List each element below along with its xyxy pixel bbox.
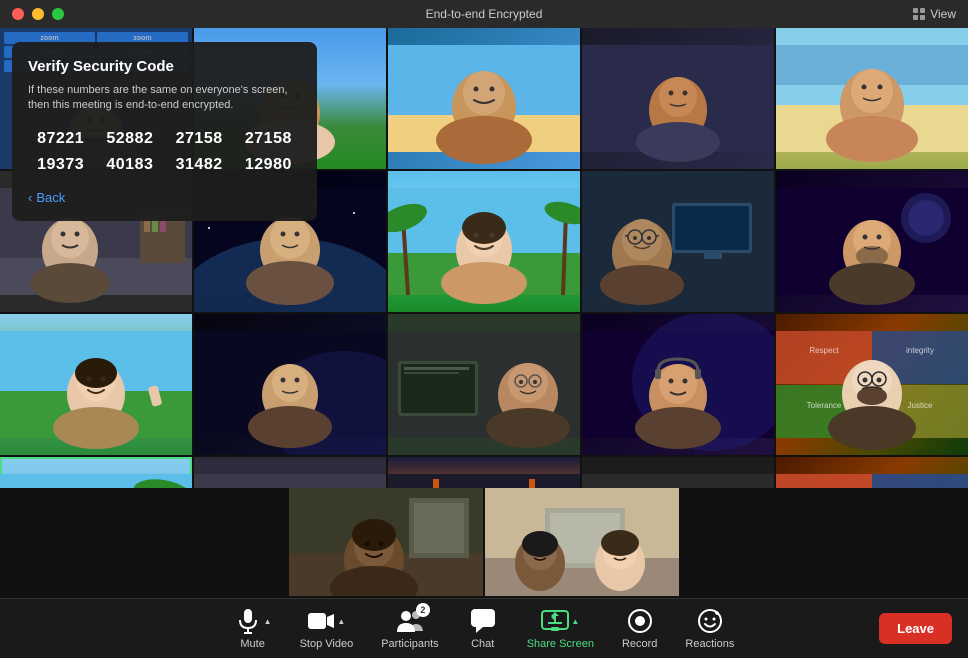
video-icon [307,607,335,635]
participants-button[interactable]: 2 Participants [367,607,452,650]
code-3: 27158 [167,130,232,148]
video-cell-3 [388,28,580,169]
record-label: Record [622,638,657,650]
code-6: 40183 [97,156,162,174]
code-8: 12980 [236,156,301,174]
video-cell-15: Respect integrity Tolerance Justice [776,314,968,455]
view-label: View [930,7,956,21]
video-label: Stop Video [300,638,354,650]
video-button[interactable]: ▲ Stop Video [286,607,368,650]
svg-text:Tolerance: Tolerance [807,401,842,410]
view-button[interactable]: View [912,7,956,21]
share-screen-button[interactable]: ▲ Share Screen [513,607,608,650]
participants-label: Participants [381,638,438,650]
toolbar: ▲ Mute ▲ Stop Video 2 Parti [0,598,968,658]
chat-icon [469,607,497,635]
security-title: Verify Security Code [28,58,301,75]
maximize-button[interactable] [52,8,64,20]
code-7: 31482 [167,156,232,174]
security-overlay: Verify Security Code If these numbers ar… [12,42,317,221]
mute-button[interactable]: ▲ Mute [220,607,286,650]
window-controls[interactable] [12,8,64,20]
video-cell-10 [776,171,968,312]
reactions-label: Reactions [685,638,734,650]
mute-chevron[interactable]: ▲ [264,617,272,626]
video-cell-9 [582,171,774,312]
video-cell-14 [582,314,774,455]
security-description: If these numbers are the same on everyon… [28,83,301,114]
video-cell-4 [582,28,774,169]
reactions-button[interactable]: Reactions [671,607,748,650]
bottom-cell-1 [289,488,483,596]
share-chevron[interactable]: ▲ [571,617,579,626]
svg-text:Justice: Justice [908,401,933,410]
titlebar: End-to-end Encrypted View [0,0,968,28]
back-chevron: ‹ [28,190,32,205]
share-screen-icon [541,607,569,635]
close-button[interactable] [12,8,24,20]
minimize-button[interactable] [32,8,44,20]
view-icon [912,7,926,21]
bottom-cell-2 [485,488,679,596]
back-label: Back [36,190,65,205]
video-cell-11 [0,314,192,455]
code-4: 27158 [236,130,301,148]
microphone-icon [234,607,262,635]
security-codes: 87221 52882 27158 27158 19373 40183 3148… [28,130,301,174]
svg-text:Respect: Respect [809,346,839,355]
code-2: 52882 [97,130,162,148]
back-button[interactable]: ‹ Back [28,190,301,205]
svg-text:integrity: integrity [906,346,934,355]
record-button[interactable]: Record [608,607,671,650]
video-cell-12 [194,314,386,455]
video-cell-5 [776,28,968,169]
leave-button[interactable]: Leave [879,613,952,644]
code-1: 87221 [28,130,93,148]
participants-icon: 2 [396,607,424,635]
mute-label: Mute [240,638,264,650]
window-title: End-to-end Encrypted [426,7,543,21]
video-chevron[interactable]: ▲ [337,617,345,626]
reactions-icon [696,607,724,635]
chat-label: Chat [471,638,494,650]
chat-button[interactable]: Chat [453,607,513,650]
share-screen-label: Share Screen [527,638,594,650]
participants-badge: 2 [416,603,430,617]
code-5: 19373 [28,156,93,174]
video-cell-8 [388,171,580,312]
record-icon [626,607,654,635]
video-cell-13 [388,314,580,455]
bottom-partial-row [0,488,968,598]
